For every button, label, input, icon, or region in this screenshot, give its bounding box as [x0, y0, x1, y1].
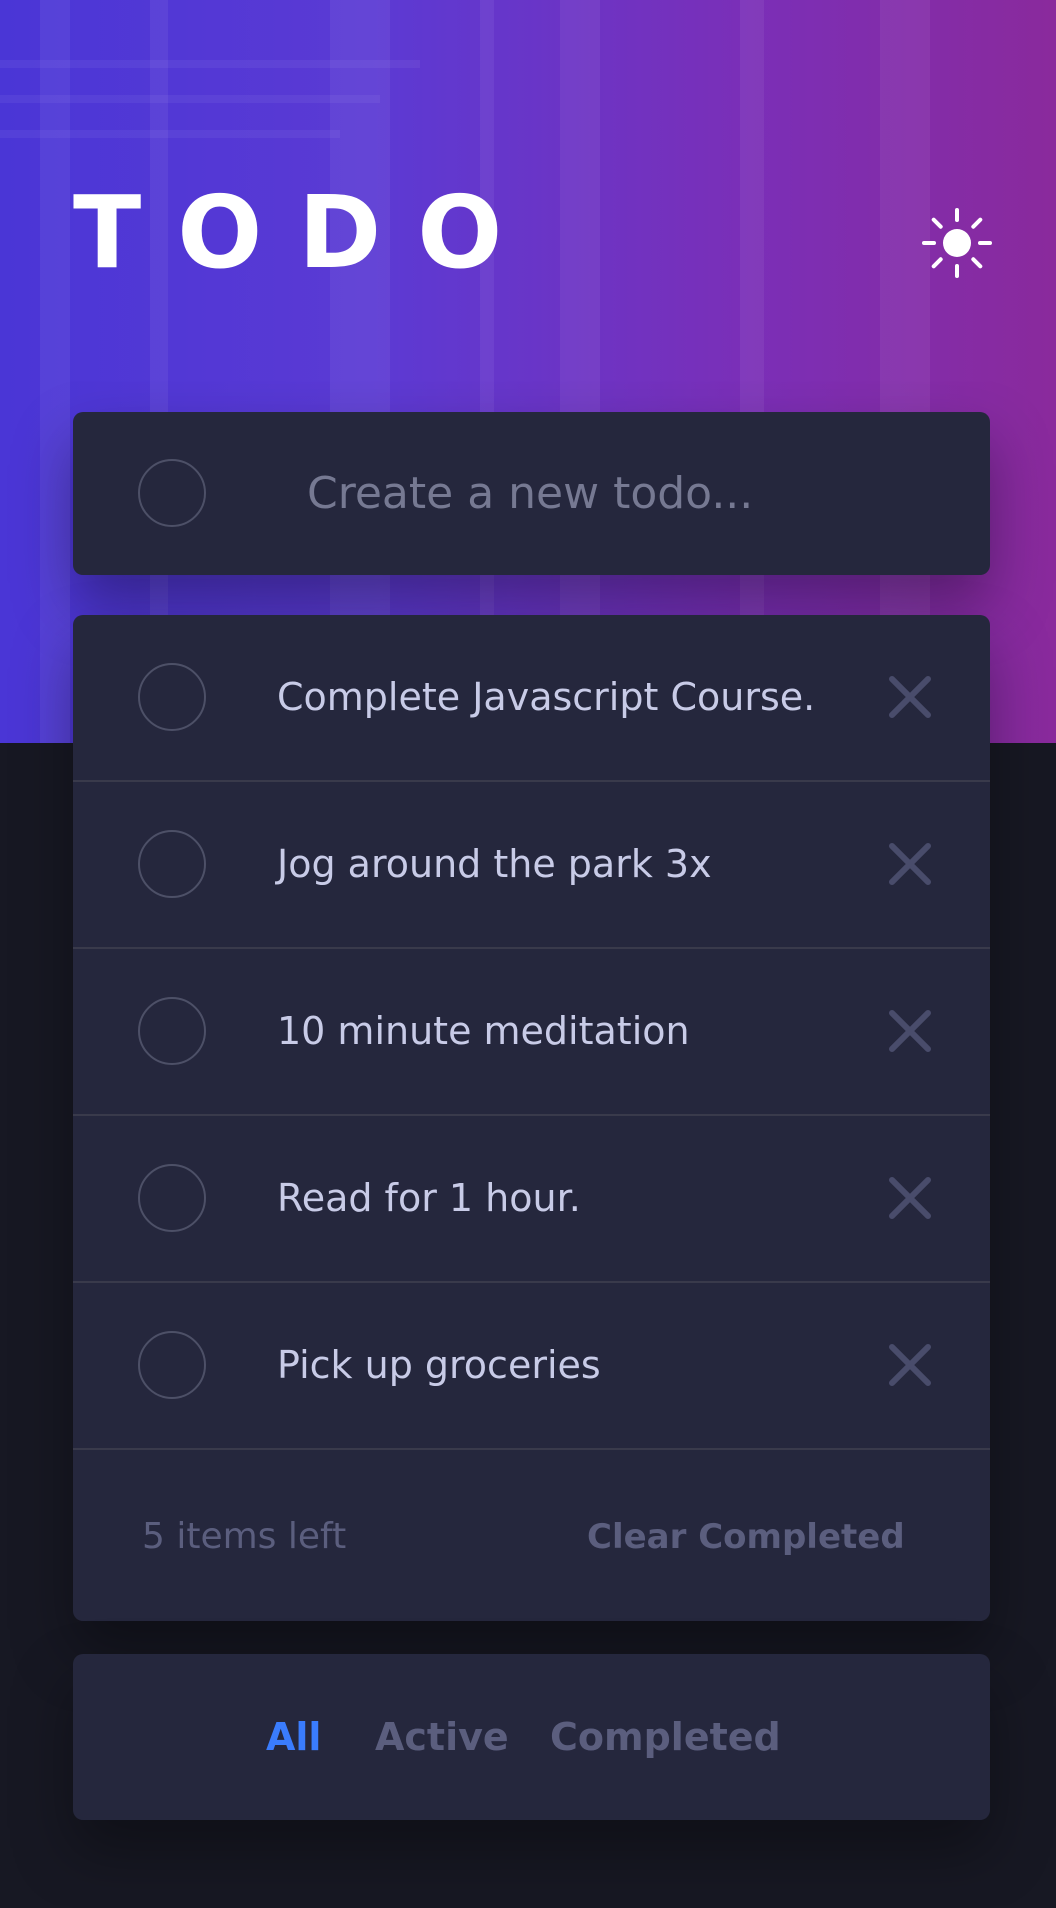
todo-item: Read for 1 hour.: [73, 1116, 990, 1283]
filter-completed[interactable]: Completed: [550, 1707, 781, 1767]
close-icon[interactable]: [888, 1343, 932, 1387]
todo-text[interactable]: 10 minute meditation: [277, 997, 690, 1065]
new-todo-checkbox[interactable]: [138, 459, 206, 527]
todo-text[interactable]: Complete Javascript Course.: [277, 663, 815, 731]
todo-item: 10 minute meditation: [73, 949, 990, 1116]
clear-completed-button[interactable]: Clear Completed: [587, 1507, 905, 1567]
todo-list: Complete Javascript Course. Jog around t…: [73, 615, 990, 1621]
todo-text[interactable]: Read for 1 hour.: [277, 1164, 581, 1232]
new-todo-card: [73, 412, 990, 575]
todo-checkbox[interactable]: [138, 1331, 206, 1399]
todo-checkbox[interactable]: [138, 663, 206, 731]
filter-bar: All Active Completed: [73, 1654, 990, 1820]
items-left-count: 5 items left: [142, 1516, 347, 1557]
filter-active[interactable]: Active: [375, 1707, 509, 1767]
todo-checkbox[interactable]: [138, 1164, 206, 1232]
close-icon[interactable]: [888, 1176, 932, 1220]
close-icon[interactable]: [888, 842, 932, 886]
todo-item: Pick up groceries: [73, 1283, 990, 1450]
new-todo-input[interactable]: [305, 442, 949, 544]
close-icon[interactable]: [888, 675, 932, 719]
sun-icon: [922, 208, 992, 278]
todo-item: Jog around the park 3x: [73, 782, 990, 949]
page-title: TODO: [73, 174, 539, 291]
list-footer: 5 items left Clear Completed: [73, 1451, 990, 1621]
todo-item: Complete Javascript Course.: [73, 615, 990, 782]
todo-text[interactable]: Pick up groceries: [277, 1331, 601, 1399]
todo-checkbox[interactable]: [138, 997, 206, 1065]
todo-checkbox[interactable]: [138, 830, 206, 898]
todo-text[interactable]: Jog around the park 3x: [277, 830, 712, 898]
close-icon[interactable]: [888, 1009, 932, 1053]
theme-toggle-button[interactable]: [922, 208, 992, 278]
filter-all[interactable]: All: [266, 1707, 321, 1767]
